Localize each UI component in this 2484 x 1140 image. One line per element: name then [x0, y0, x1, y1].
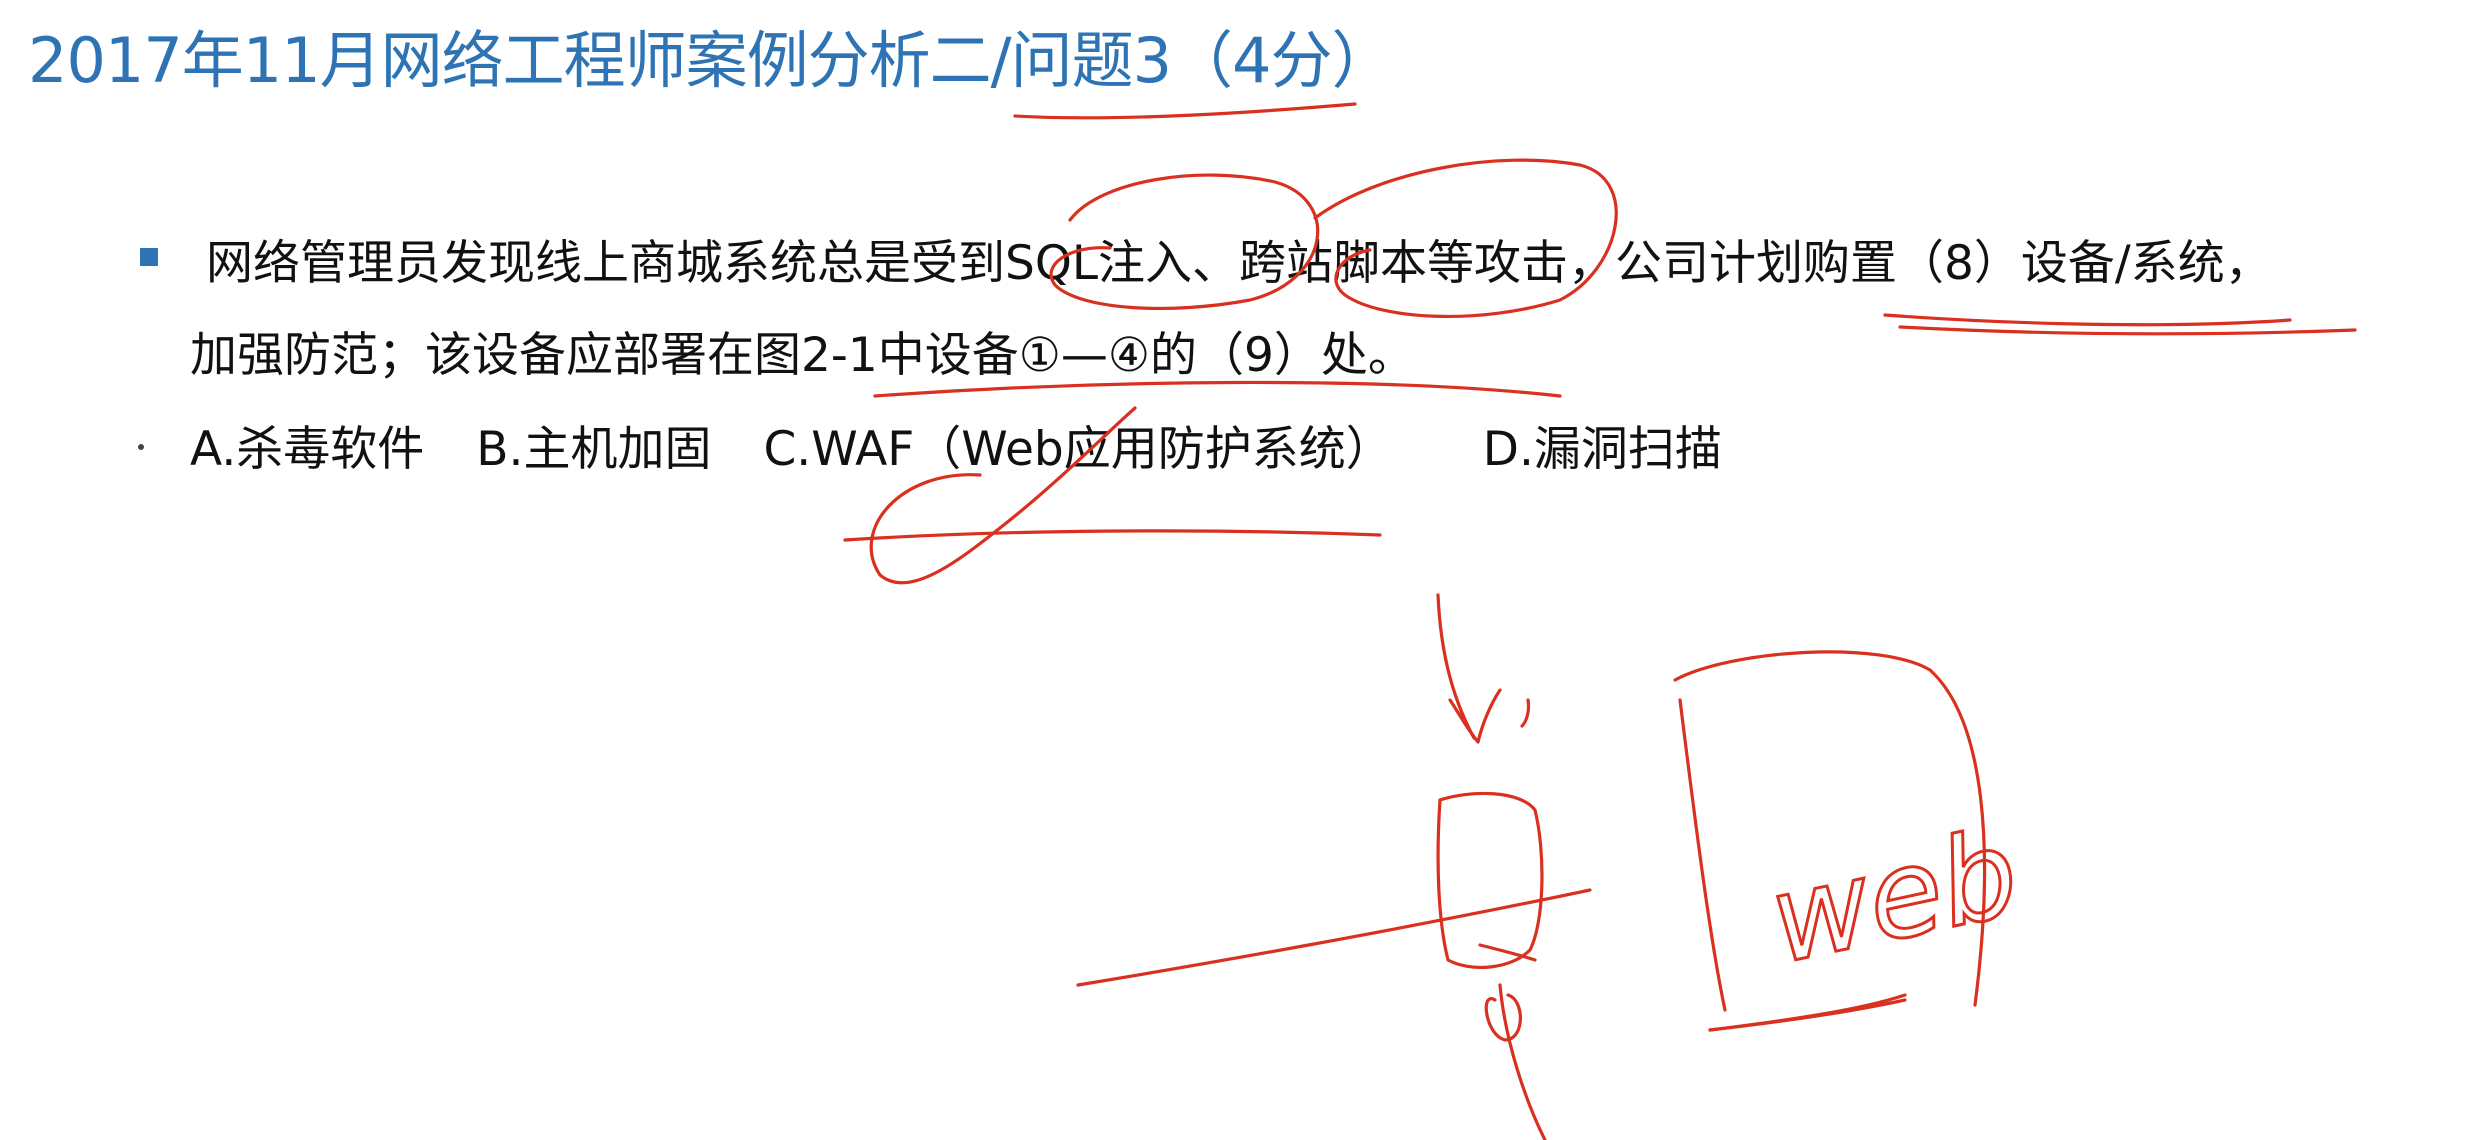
ink-position-marker: [1484, 993, 1522, 1042]
ink-annotations: web: [843, 102, 2357, 1140]
options-line: A.杀毒软件 B.主机加固 C.WAF（Web应用防护系统） D.漏洞扫描: [190, 410, 1722, 479]
square-bullet: [140, 248, 158, 266]
ink-web-box-bottom: [1708, 993, 1907, 1032]
ink-underline-device-2: [1898, 325, 2357, 336]
question-line-2: 加强防范；该设备应部署在图2-1中设备①—④的（9）处。: [190, 328, 1415, 383]
option-c: C.WAF（Web应用防护系统）: [763, 422, 1393, 477]
ink-arrow-head: [1448, 688, 1502, 744]
option-a: A.杀毒软件: [190, 422, 425, 477]
ink-position-tail: [1498, 983, 1547, 1140]
ink-arrow-shaft: [1436, 593, 1476, 740]
ink-web-box: [1673, 650, 1987, 1007]
ink-device-line: [1076, 888, 1592, 987]
ink-device-scribble: [1478, 943, 1537, 962]
option-b: B.主机加固: [476, 422, 712, 477]
ink-title-underline: [1013, 102, 1357, 120]
slide-title: 2017年11月网络工程师案例分析二/问题3（4分）: [28, 24, 1393, 97]
ink-web-underline: [1708, 998, 1907, 1032]
ink-device-box: [1436, 791, 1544, 970]
ink-arrow-tick: [1520, 698, 1531, 728]
ink-underline-option-c: [843, 529, 1382, 542]
ink-web-box-left: [1678, 698, 1727, 1012]
dot-bullet: [138, 444, 144, 450]
ink-web-label: web: [1758, 804, 2030, 992]
ink-underline-device-1: [1883, 313, 2292, 327]
option-d: D.漏洞扫描: [1482, 422, 1722, 477]
question-line-1: 网络管理员发现线上商城系统总是受到SQL注入、跨站脚本等攻击，公司计划购置（8）…: [206, 236, 2272, 291]
